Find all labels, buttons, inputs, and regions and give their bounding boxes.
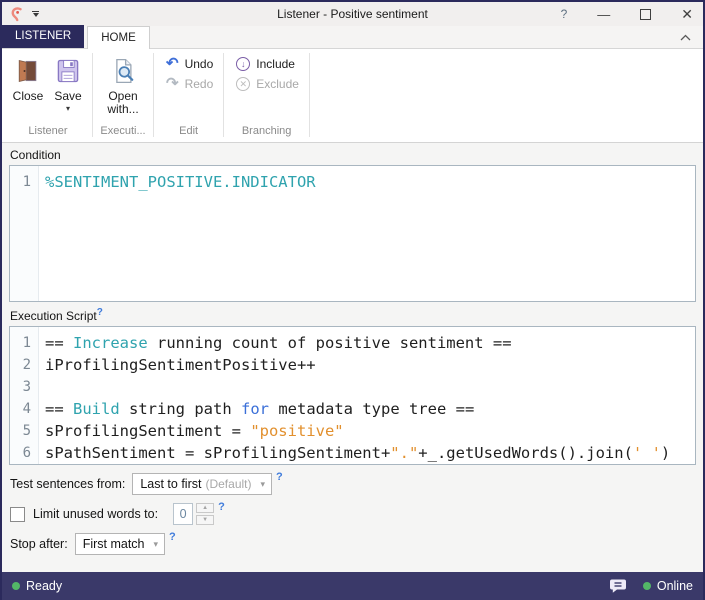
line-number: 1 [10,332,38,354]
test-sentences-label: Test sentences from: [10,477,125,491]
test-sentences-row: Test sentences from: Last to first (Defa… [10,473,695,495]
limit-unused-words-label: Limit unused words to: [33,507,158,521]
code-line: 3 [10,376,695,398]
help-button[interactable]: ? [561,8,568,20]
save-button-label: Save [54,90,81,103]
group-separator [223,53,224,137]
stop-after-label: Stop after: [10,537,68,551]
test-sentences-dropdown[interactable]: Last to first (Default) ▾ [132,473,272,495]
maximize-button[interactable] [640,9,651,20]
group-separator [92,53,93,137]
line-number: 6 [10,442,38,464]
code-line: 6sPathSentiment = sProfilingSentiment+".… [10,442,695,464]
open-with-button[interactable]: Open with... [97,50,149,116]
limit-unused-words-row: Limit unused words to: 0 ▲ ▼ ? [10,503,695,525]
line-number: 5 [10,420,38,442]
window-controls: ? — ✕ [561,7,693,21]
line-number: 2 [10,354,38,376]
status-bar: Ready Online [2,572,703,600]
ready-status-dot-icon [12,582,20,590]
condition-label: Condition [10,148,695,162]
redo-button: ↷ Redo [166,77,213,91]
condition-code-editor[interactable]: 1%SENTIMENT_POSITIVE.INDICATOR [9,165,696,302]
line-number: 1 [10,171,38,193]
code-line: 1== Increase running count of positive s… [10,332,695,354]
exclude-circle-x-icon: ✕ [236,77,250,91]
test-sentences-help-icon[interactable]: ? [276,471,283,483]
listener-window: Listener - Positive sentiment ? — ✕ LIST… [0,0,705,600]
code-line: 1%SENTIMENT_POSITIVE.INDICATOR [10,171,695,193]
app-ear-icon[interactable] [9,6,25,22]
group-label-branching: Branching [228,125,305,142]
stop-after-help-icon[interactable]: ? [169,531,176,543]
dropdown-arrow-icon: ▾ [260,479,265,490]
execution-script-label: Execution Script? [10,307,695,323]
stop-after-dropdown[interactable]: First match ▾ [75,533,165,555]
ribbon-group-execution: Open with... Executi... [95,50,151,142]
title-bar: Listener - Positive sentiment ? — ✕ [2,2,703,26]
test-sentences-value: Last to first [140,477,201,491]
limit-unused-words-spinner: ▲ ▼ [196,503,214,525]
spinner-down-icon[interactable]: ▼ [196,515,214,525]
chat-bubble-icon[interactable] [609,578,627,594]
code-line: 5sProfilingSentiment = "positive" [10,420,695,442]
online-status-dot-icon [643,582,651,590]
door-icon [14,55,42,87]
include-circle-arrow-icon: ↓ [236,57,250,71]
redo-arrow-icon: ↷ [166,77,179,91]
online-status-text: Online [657,579,693,593]
group-label-edit: Edit [158,125,219,142]
undo-button[interactable]: ↶ Undo [166,57,213,71]
execution-script-code-editor[interactable]: 1== Increase running count of positive s… [9,326,696,465]
close-button-label: Close [13,90,44,103]
tab-listener[interactable]: LISTENER [2,25,84,48]
redo-button-label: Redo [185,77,214,91]
include-button-label: Include [256,57,295,71]
group-label-listener: Listener [8,125,88,142]
exclude-button-label: Exclude [256,77,299,91]
undo-button-label: Undo [185,57,214,71]
collapse-ribbon-icon[interactable] [680,34,691,41]
save-button[interactable]: Save ▾ [48,50,88,113]
main-content: Condition 1%SENTIMENT_POSITIVE.INDICATOR… [2,143,703,572]
group-separator [309,53,310,137]
close-button[interactable]: Close [8,50,48,103]
line-number: 3 [10,376,38,398]
minimize-button[interactable]: — [597,8,610,21]
limit-unused-words-value[interactable]: 0 [173,503,193,525]
floppy-icon [54,55,82,87]
undo-arrow-icon: ↶ [166,57,179,71]
spinner-up-icon[interactable]: ▲ [196,503,214,513]
ready-status-text: Ready [26,579,62,593]
open-with-button-label: Open with... [107,90,138,116]
status-bar-right: Online [609,578,693,594]
exclude-button: ✕ Exclude [236,77,299,91]
listener-options-form: Test sentences from: Last to first (Defa… [9,465,696,563]
open-with-icon [109,55,137,87]
toolbar-options-dropdown-icon[interactable] [32,11,39,17]
ribbon: Close Save ▾ [2,49,703,143]
ribbon-group-branching: ↓ Include ✕ Exclude Branching [226,50,307,142]
stop-after-row: Stop after: First match ▾ ? [10,533,695,555]
close-window-button[interactable]: ✕ [681,7,693,21]
dropdown-arrow-icon: ▾ [154,539,159,550]
save-dropdown-arrow-icon[interactable]: ▾ [66,105,70,113]
code-line: 2iProfilingSentimentPositive++ [10,354,695,376]
ribbon-group-edit: ↶ Undo ↷ Redo Edit [156,50,221,142]
ribbon-group-listener: Close Save ▾ [6,50,90,142]
stop-after-value: First match [83,537,145,551]
ribbon-tab-strip: LISTENER HOME [2,26,703,49]
test-sentences-default-suffix: (Default) [205,477,251,491]
include-button[interactable]: ↓ Include [236,57,299,71]
limit-unused-words-help-icon[interactable]: ? [218,501,225,513]
line-number: 4 [10,398,38,420]
code-line: 4== Build string path for metadata type … [10,398,695,420]
tab-home[interactable]: HOME [87,26,150,49]
group-separator [153,53,154,137]
execution-script-help-icon[interactable]: ? [97,307,103,318]
limit-unused-words-checkbox[interactable] [10,507,25,522]
group-label-execution: Executi... [97,125,149,142]
